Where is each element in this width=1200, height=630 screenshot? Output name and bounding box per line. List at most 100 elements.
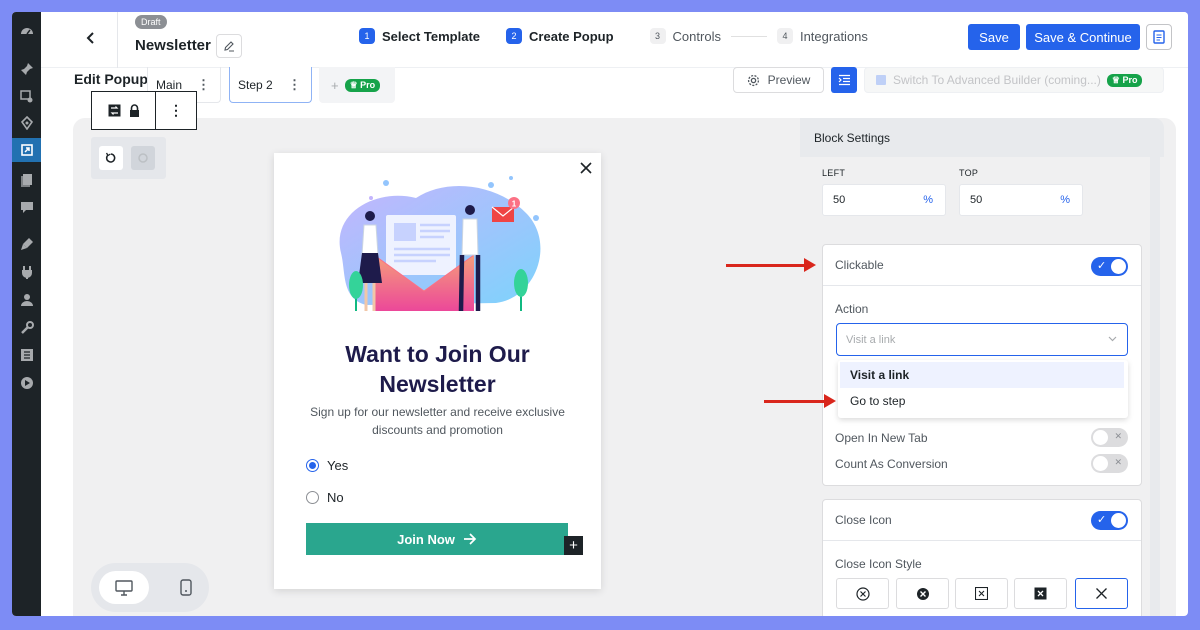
clickable-toggle[interactable] [1091, 257, 1128, 276]
panel-scrollbar[interactable] [1150, 157, 1160, 616]
close-style-square-filled[interactable] [1014, 578, 1067, 609]
top-value: 50 [970, 194, 983, 206]
popup-heading-line2: Newsletter [379, 371, 496, 397]
desktop-icon [115, 579, 133, 596]
close-style-circle-outline[interactable] [836, 578, 889, 609]
dropdown-option-visit-link[interactable]: Visit a link [840, 362, 1124, 388]
left-label: LEFT [822, 168, 846, 178]
pro-badge: ♕ Pro [1106, 73, 1143, 87]
close-icon-toggle[interactable] [1091, 511, 1128, 530]
tools-icon[interactable] [19, 320, 34, 335]
settings-icon[interactable] [19, 347, 34, 362]
edit-title-button[interactable] [216, 34, 242, 58]
count-conversion-label: Count As Conversion [835, 457, 948, 471]
step-controls[interactable]: 3 Controls [649, 28, 721, 44]
users-icon[interactable] [19, 292, 34, 307]
device-switcher [91, 563, 209, 612]
dashboard-icon[interactable] [19, 24, 34, 39]
newsletter-illustration: 1 [339, 176, 541, 312]
clickable-label: Clickable [835, 258, 884, 272]
chevron-down-icon [1108, 336, 1117, 342]
close-style-plain-x[interactable] [1075, 578, 1128, 609]
popup-title: Newsletter [135, 37, 211, 54]
appearance-icon[interactable] [19, 236, 34, 251]
join-now-label: Join Now [397, 531, 455, 547]
step-label: Controls [672, 28, 721, 44]
radio-circle[interactable] [306, 459, 319, 472]
top-label: TOP [959, 168, 979, 178]
more-options-icon[interactable]: ⋮ [156, 92, 196, 129]
pro-badge: ♕ Pro [344, 78, 381, 92]
close-icon-label: Close Icon [835, 513, 892, 527]
collapse-menu-icon[interactable] [19, 375, 34, 390]
popup-builder-icon[interactable] [12, 138, 41, 162]
step-select-template[interactable]: 1 Select Template [359, 28, 480, 44]
kebab-menu-icon[interactable]: ⋮ [288, 78, 301, 91]
step-wizard: 1 Select Template 2 Create Popup 3 Controls… [359, 28, 868, 44]
lock-icon[interactable] [129, 104, 140, 117]
save-button[interactable]: Save [968, 24, 1020, 50]
open-new-tab-label: Open In New Tab [835, 431, 928, 445]
builder-icon [876, 75, 886, 85]
square-x-outline-icon [975, 587, 988, 600]
mobile-icon [180, 579, 192, 596]
status-badge: Draft [135, 15, 167, 29]
top-position-input[interactable]: 50% [959, 184, 1083, 216]
kebab-menu-icon[interactable]: ⋮ [197, 78, 210, 91]
x-icon [1096, 588, 1107, 599]
layers-toggle-button[interactable] [831, 67, 857, 93]
step-number: 4 [776, 28, 793, 44]
edit-popup-label: Edit Popup [74, 71, 148, 87]
top-bar: Draft Newsletter 1 Select Template 2 Creat… [41, 12, 1188, 68]
step-integrations[interactable]: 4 Integrations [776, 28, 868, 44]
element-toolbar: ⋮ [91, 91, 197, 130]
step-number: 3 [649, 28, 666, 44]
pro-badge-label: Pro [1122, 74, 1138, 85]
plugin-brand-icon[interactable] [19, 115, 34, 130]
undo-button[interactable] [99, 146, 123, 170]
left-position-input[interactable]: 50% [822, 184, 946, 216]
media-icon[interactable] [19, 88, 34, 103]
step-connector [730, 35, 767, 37]
gear-icon [747, 74, 759, 86]
popup-preview[interactable]: 1 Want to Join Our Newsletter Sign up fo… [274, 153, 601, 589]
plugins-icon[interactable] [19, 264, 34, 279]
pin-icon[interactable] [19, 61, 34, 76]
action-select[interactable]: Visit a link [836, 323, 1128, 356]
mobile-view-button[interactable] [171, 571, 201, 604]
radio-circle[interactable] [306, 491, 319, 504]
document-button[interactable] [1146, 24, 1172, 50]
left-value: 50 [833, 194, 846, 206]
document-icon [1153, 30, 1165, 44]
save-continue-button[interactable]: Save & Continue [1026, 24, 1140, 50]
close-style-square-outline[interactable] [955, 578, 1008, 609]
step-number: 2 [506, 28, 523, 44]
pages-icon[interactable] [19, 172, 34, 187]
back-button[interactable] [81, 28, 101, 48]
close-icon[interactable] [579, 161, 593, 175]
add-step-tab[interactable]: + ♕ Pro [319, 67, 395, 103]
add-element-button[interactable]: + [564, 536, 583, 555]
comments-icon[interactable] [19, 199, 34, 214]
radio-yes[interactable]: Yes [306, 458, 348, 473]
desktop-view-button[interactable] [99, 571, 149, 604]
swap-icon[interactable] [108, 104, 121, 117]
circle-x-outline-icon [855, 586, 870, 601]
action-dropdown-menu: Visit a link Go to step [838, 360, 1128, 418]
close-style-circle-filled[interactable] [896, 578, 949, 609]
element-actions [92, 92, 156, 129]
redo-button[interactable] [131, 146, 155, 170]
radio-no[interactable]: No [306, 490, 344, 505]
step-label: Select Template [382, 28, 481, 44]
join-now-button[interactable]: Join Now [306, 523, 568, 555]
tab-step-2[interactable]: Step 2 ⋮ [229, 67, 312, 103]
notification-count: 1 [512, 200, 517, 209]
count-conversion-toggle[interactable] [1091, 454, 1128, 473]
preview-button[interactable]: Preview [733, 67, 824, 93]
radio-label: Yes [327, 458, 349, 473]
popup-heading-line1: Want to Join Our [345, 341, 530, 367]
open-new-tab-toggle[interactable] [1091, 428, 1128, 447]
arrow-right-icon [463, 533, 477, 545]
step-create-popup[interactable]: 2 Create Popup [506, 28, 614, 44]
dropdown-option-go-to-step[interactable]: Go to step [840, 388, 1124, 414]
